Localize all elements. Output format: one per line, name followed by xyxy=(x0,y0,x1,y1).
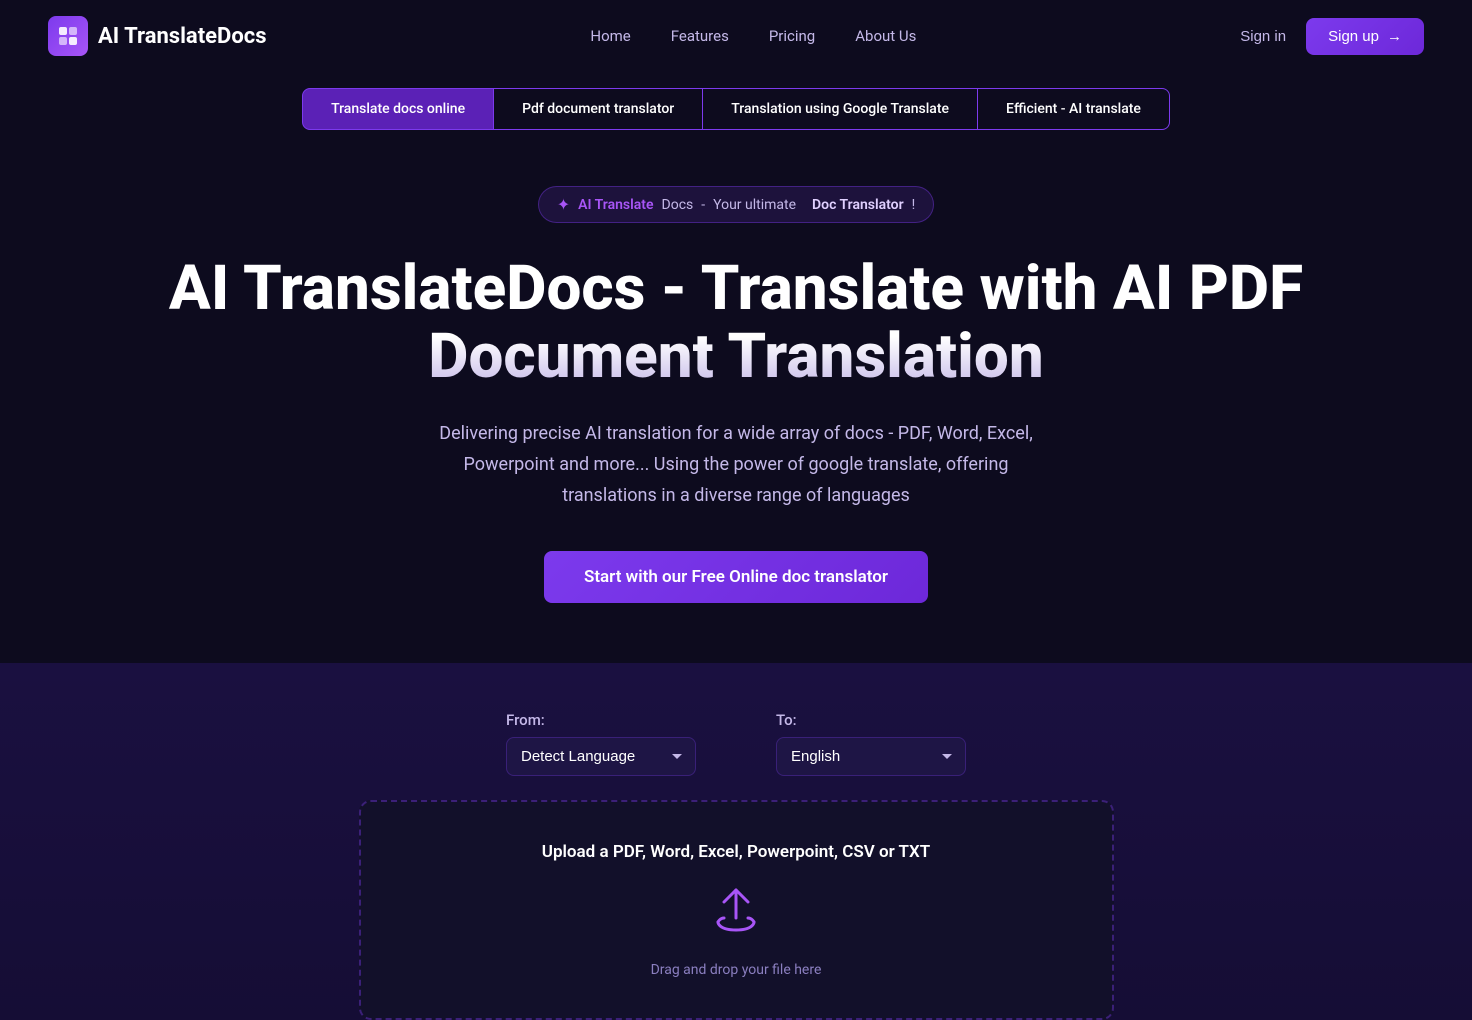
from-control-group: From: Detect Language English Spanish Fr… xyxy=(506,711,696,776)
upload-area[interactable]: Upload a PDF, Word, Excel, Powerpoint, C… xyxy=(359,800,1114,1020)
from-language-select[interactable]: Detect Language English Spanish French G… xyxy=(506,737,696,776)
badge-separator: - xyxy=(701,197,705,213)
hero-title: AI TranslateDocs - Translate with AI PDF… xyxy=(136,255,1336,391)
tab-translate-docs[interactable]: Translate docs online xyxy=(302,88,494,130)
nav-links: Home Features Pricing About Us xyxy=(590,27,916,45)
tabs-bar: Translate docs online Pdf document trans… xyxy=(0,72,1472,146)
badge-normal-text: Your ultimate xyxy=(713,197,796,213)
nav-pricing[interactable]: Pricing xyxy=(769,27,815,45)
tab-google-translate[interactable]: Translation using Google Translate xyxy=(703,88,978,130)
to-control-group: To: English Spanish French German xyxy=(776,711,966,776)
badge-doc-text: Doc Translator xyxy=(812,197,904,213)
tab-ai-translate[interactable]: Efficient - AI translate xyxy=(978,88,1170,130)
logo-icon xyxy=(48,16,88,56)
from-label: From: xyxy=(506,711,696,729)
nav-actions: Sign in Sign up → xyxy=(1240,18,1424,55)
arrow-icon: → xyxy=(1387,28,1402,45)
hero-section: ✦ AI Translate Docs - Your ultimate Doc … xyxy=(0,146,1472,663)
upload-icon xyxy=(401,882,1072,950)
to-language-select[interactable]: English Spanish French German xyxy=(776,737,966,776)
logo[interactable]: AI TranslateDocs xyxy=(48,16,267,56)
upload-subtitle: Drag and drop your file here xyxy=(401,962,1072,978)
sparkle-icon: ✦ xyxy=(557,195,570,214)
hero-description: Delivering precise AI translation for a … xyxy=(436,419,1036,511)
to-label: To: xyxy=(776,711,966,729)
nav-home[interactable]: Home xyxy=(590,27,630,45)
controls-row: From: Detect Language English Spanish Fr… xyxy=(152,711,1320,776)
logo-label: AI TranslateDocs xyxy=(98,24,267,49)
translator-section: From: Detect Language English Spanish Fr… xyxy=(0,663,1472,1020)
hero-badge: ✦ AI Translate Docs - Your ultimate Doc … xyxy=(538,186,934,223)
cta-button[interactable]: Start with our Free Online doc translato… xyxy=(544,551,928,603)
upload-title: Upload a PDF, Word, Excel, Powerpoint, C… xyxy=(401,842,1072,862)
tab-pdf-translator[interactable]: Pdf document translator xyxy=(494,88,703,130)
sign-up-button[interactable]: Sign up → xyxy=(1306,18,1424,55)
badge-ai-text: AI Translate xyxy=(578,197,653,213)
badge-docs-text: Docs xyxy=(662,197,694,213)
badge-exclaim: ! xyxy=(912,197,916,213)
sign-in-button[interactable]: Sign in xyxy=(1240,28,1286,45)
nav-about[interactable]: About Us xyxy=(855,27,916,45)
nav-features[interactable]: Features xyxy=(671,27,729,45)
navbar: AI TranslateDocs Home Features Pricing A… xyxy=(0,0,1472,72)
